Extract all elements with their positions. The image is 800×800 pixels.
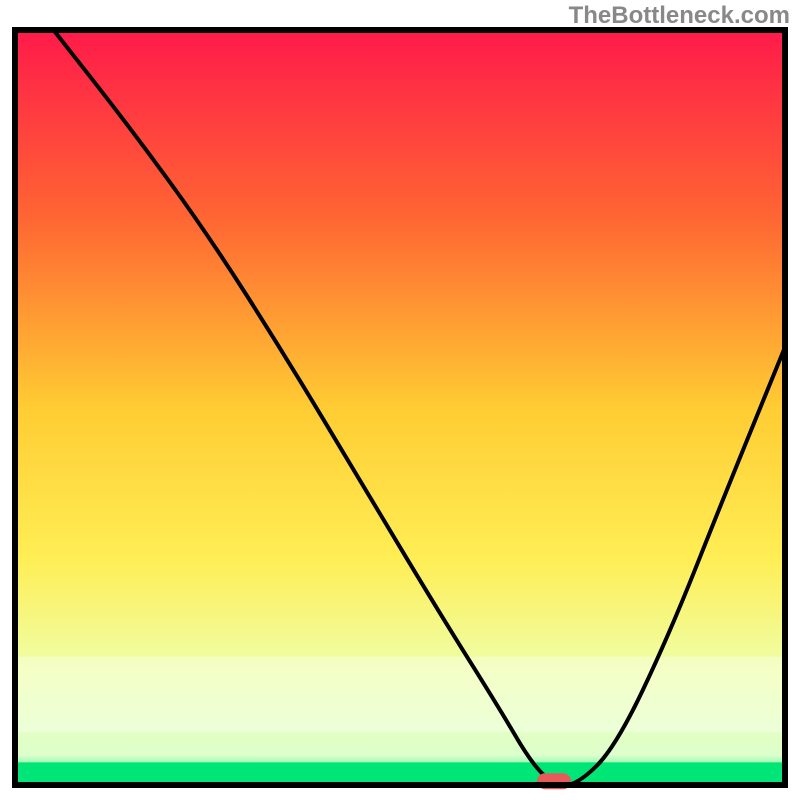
watermark-text: TheBottleneck.com	[569, 2, 790, 30]
green-band	[15, 762, 785, 785]
chart-svg	[0, 0, 800, 800]
white-band	[15, 657, 785, 733]
bottleneck-chart: TheBottleneck.com	[0, 0, 800, 800]
